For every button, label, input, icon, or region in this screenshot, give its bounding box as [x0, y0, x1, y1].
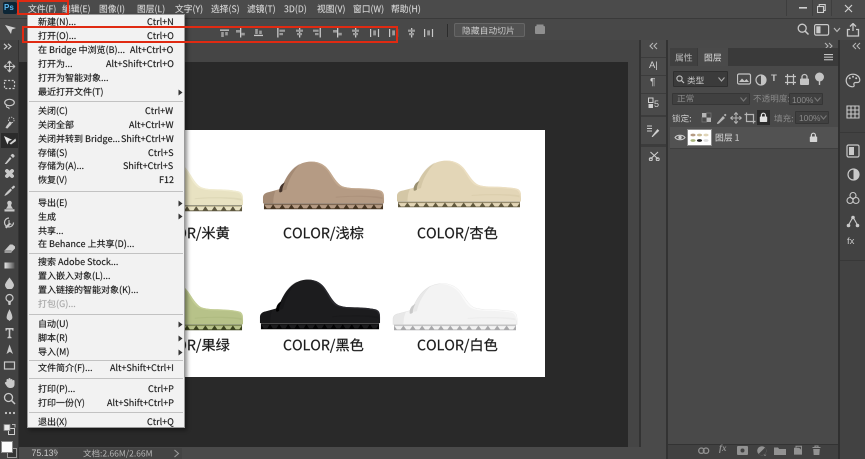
svg-text:5: 5 — [654, 99, 659, 109]
